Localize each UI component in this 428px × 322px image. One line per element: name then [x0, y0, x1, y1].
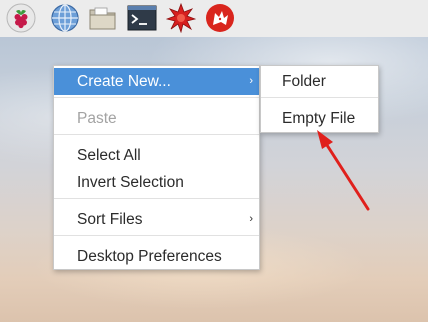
menu-separator [54, 235, 259, 236]
menu-item-label: Sort Files [77, 211, 143, 228]
mathematica-icon[interactable] [166, 3, 196, 33]
desktop-context-menu: Create New... › Paste Select All Invert … [53, 65, 260, 270]
menu-item-label: Select All [77, 147, 141, 164]
wolfram-icon[interactable] [205, 3, 235, 33]
chevron-right-icon: › [249, 75, 253, 87]
chevron-right-icon: › [249, 213, 253, 225]
terminal-icon[interactable] [127, 3, 157, 33]
create-new-submenu: Folder Empty File [260, 65, 379, 133]
submenu-item-empty-file[interactable]: Empty File [261, 105, 378, 132]
menu-separator [54, 97, 259, 98]
submenu-item-label: Empty File [282, 110, 356, 127]
menu-item-sort-files[interactable]: Sort Files › [54, 206, 259, 233]
menu-item-label: Create New... [77, 73, 171, 90]
taskbar [0, 0, 428, 38]
file-manager-icon[interactable] [88, 3, 118, 33]
raspberry-menu-icon[interactable] [6, 3, 36, 33]
menu-item-label: Desktop Preferences [77, 248, 222, 265]
menu-item-label: Paste [77, 110, 117, 127]
menu-item-desktop-preferences[interactable]: Desktop Preferences [54, 243, 259, 270]
menu-item-paste: Paste [54, 105, 259, 132]
menu-separator [54, 198, 259, 199]
web-browser-icon[interactable] [50, 3, 80, 33]
submenu-item-label: Folder [282, 73, 326, 90]
menu-separator [54, 134, 259, 135]
menu-item-invert-selection[interactable]: Invert Selection [54, 169, 259, 196]
menu-separator [261, 97, 378, 98]
menu-item-label: Invert Selection [77, 174, 184, 191]
menu-item-create-new[interactable]: Create New... › [54, 68, 259, 95]
submenu-item-folder[interactable]: Folder [261, 68, 378, 95]
menu-item-select-all[interactable]: Select All [54, 142, 259, 169]
